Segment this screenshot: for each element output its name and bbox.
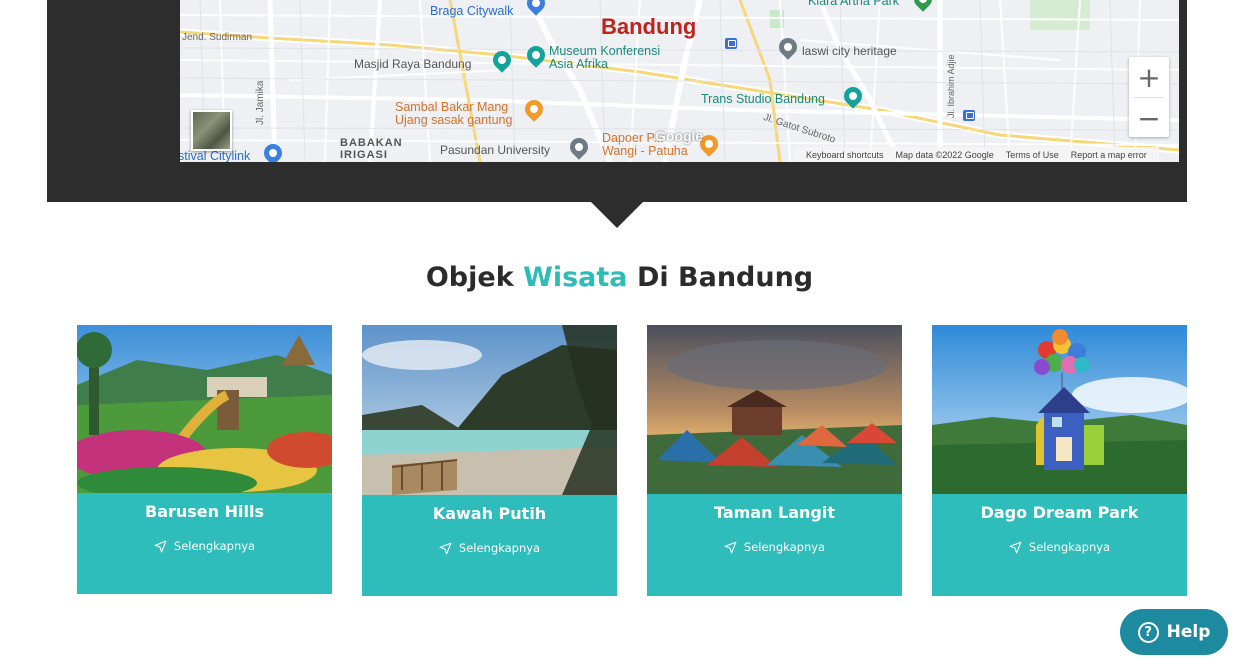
map-data-text: Map data ©2022 Google <box>895 149 994 160</box>
section-pointer <box>591 202 643 228</box>
place-braga[interactable]: Braga Citywalk <box>430 4 513 18</box>
street-sudirman: Jend. Sudirman <box>182 32 253 43</box>
city-label-bandung: Bandung <box>601 14 697 39</box>
street-jamika: Jl. Jamika <box>255 80 266 125</box>
card-title[interactable]: Barusen Hills <box>77 502 332 521</box>
card-link[interactable]: Selengkapnya <box>647 540 902 554</box>
google-logo: Google <box>655 128 704 144</box>
card-link[interactable]: Selengkapnya <box>362 541 617 555</box>
help-label: Help <box>1166 622 1211 642</box>
zoom-in-button[interactable]: + <box>1129 57 1169 97</box>
map-section: Bandung Braga Citywalk Kiara Artha Park … <box>47 0 1187 202</box>
card-link-label: Selengkapnya <box>1028 540 1111 554</box>
keyboard-shortcuts-link[interactable]: Keyboard shortcuts <box>800 150 890 160</box>
place-sambal[interactable]: Sambal Bakar Mang Ujang sasak gantung <box>395 100 512 127</box>
help-icon: ? <box>1137 621 1159 643</box>
navigation-icon <box>154 540 167 552</box>
destination-card[interactable]: Taman Langit Selengkapnya <box>647 325 902 596</box>
title-part-2: Di Bandung <box>636 262 814 293</box>
section-title: Objek Wisata Di Bandung <box>0 262 1239 293</box>
card-photo[interactable] <box>362 325 617 495</box>
card-photo[interactable] <box>77 325 332 493</box>
card-photo[interactable] <box>647 325 902 494</box>
card-link-label: Selengkapnya <box>743 540 826 554</box>
barusen-hills-photo <box>77 325 332 493</box>
help-button[interactable]: ? Help <box>1120 609 1228 655</box>
navigation-icon <box>1009 541 1022 553</box>
card-title[interactable]: Taman Langit <box>647 503 902 522</box>
place-kiara[interactable]: Kiara Artha Park <box>808 0 899 8</box>
card-link[interactable]: Selengkapnya <box>77 539 332 553</box>
transit-icon[interactable] <box>963 110 975 121</box>
google-map[interactable]: Bandung Braga Citywalk Kiara Artha Park … <box>180 0 1179 162</box>
street-ibrahim: Jl. Ibrahim Adjie <box>946 54 956 118</box>
card-photo[interactable] <box>932 325 1187 494</box>
map-attribution: Keyboard shortcuts Map data ©2022 Google… <box>794 147 1159 162</box>
taman-langit-photo <box>647 325 902 494</box>
title-accent: Wisata <box>523 262 628 293</box>
satellite-toggle-button[interactable] <box>191 110 232 151</box>
card-link[interactable]: Selengkapnya <box>932 540 1187 554</box>
district-babakan: BABAKAN IRIGASI <box>340 137 403 161</box>
place-trans-studio[interactable]: Trans Studio Bandung <box>701 92 825 106</box>
navigation-icon <box>439 542 452 554</box>
place-laswi[interactable]: laswi city heritage <box>802 45 897 58</box>
transit-icon[interactable] <box>725 38 737 49</box>
card-link-label: Selengkapnya <box>173 539 256 553</box>
dago-dream-park-photo <box>932 325 1187 494</box>
zoom-out-button[interactable]: − <box>1129 98 1169 138</box>
terms-link[interactable]: Terms of Use <box>1000 150 1065 160</box>
card-title[interactable]: Dago Dream Park <box>932 503 1187 522</box>
kawah-putih-photo <box>362 325 617 495</box>
place-masjid[interactable]: Masjid Raya Bandung <box>354 58 471 71</box>
place-citylink[interactable]: stival Citylink <box>180 149 250 162</box>
destination-card[interactable]: Barusen Hills Selengkapnya <box>77 325 332 594</box>
card-link-label: Selengkapnya <box>458 541 541 555</box>
report-error-link[interactable]: Report a map error <box>1065 150 1153 160</box>
navigation-icon <box>724 541 737 553</box>
destination-card[interactable]: Kawah Putih Selengkapnya <box>362 325 617 596</box>
place-pasundan[interactable]: Pasundan University <box>440 144 550 157</box>
card-title[interactable]: Kawah Putih <box>362 504 617 523</box>
place-museum[interactable]: Museum Konferensi Asia Afrika <box>549 44 660 71</box>
title-part-1: Objek <box>425 262 514 293</box>
destination-card[interactable]: Dago Dream Park Selengkapnya <box>932 325 1187 596</box>
zoom-controls: + − <box>1129 57 1169 137</box>
